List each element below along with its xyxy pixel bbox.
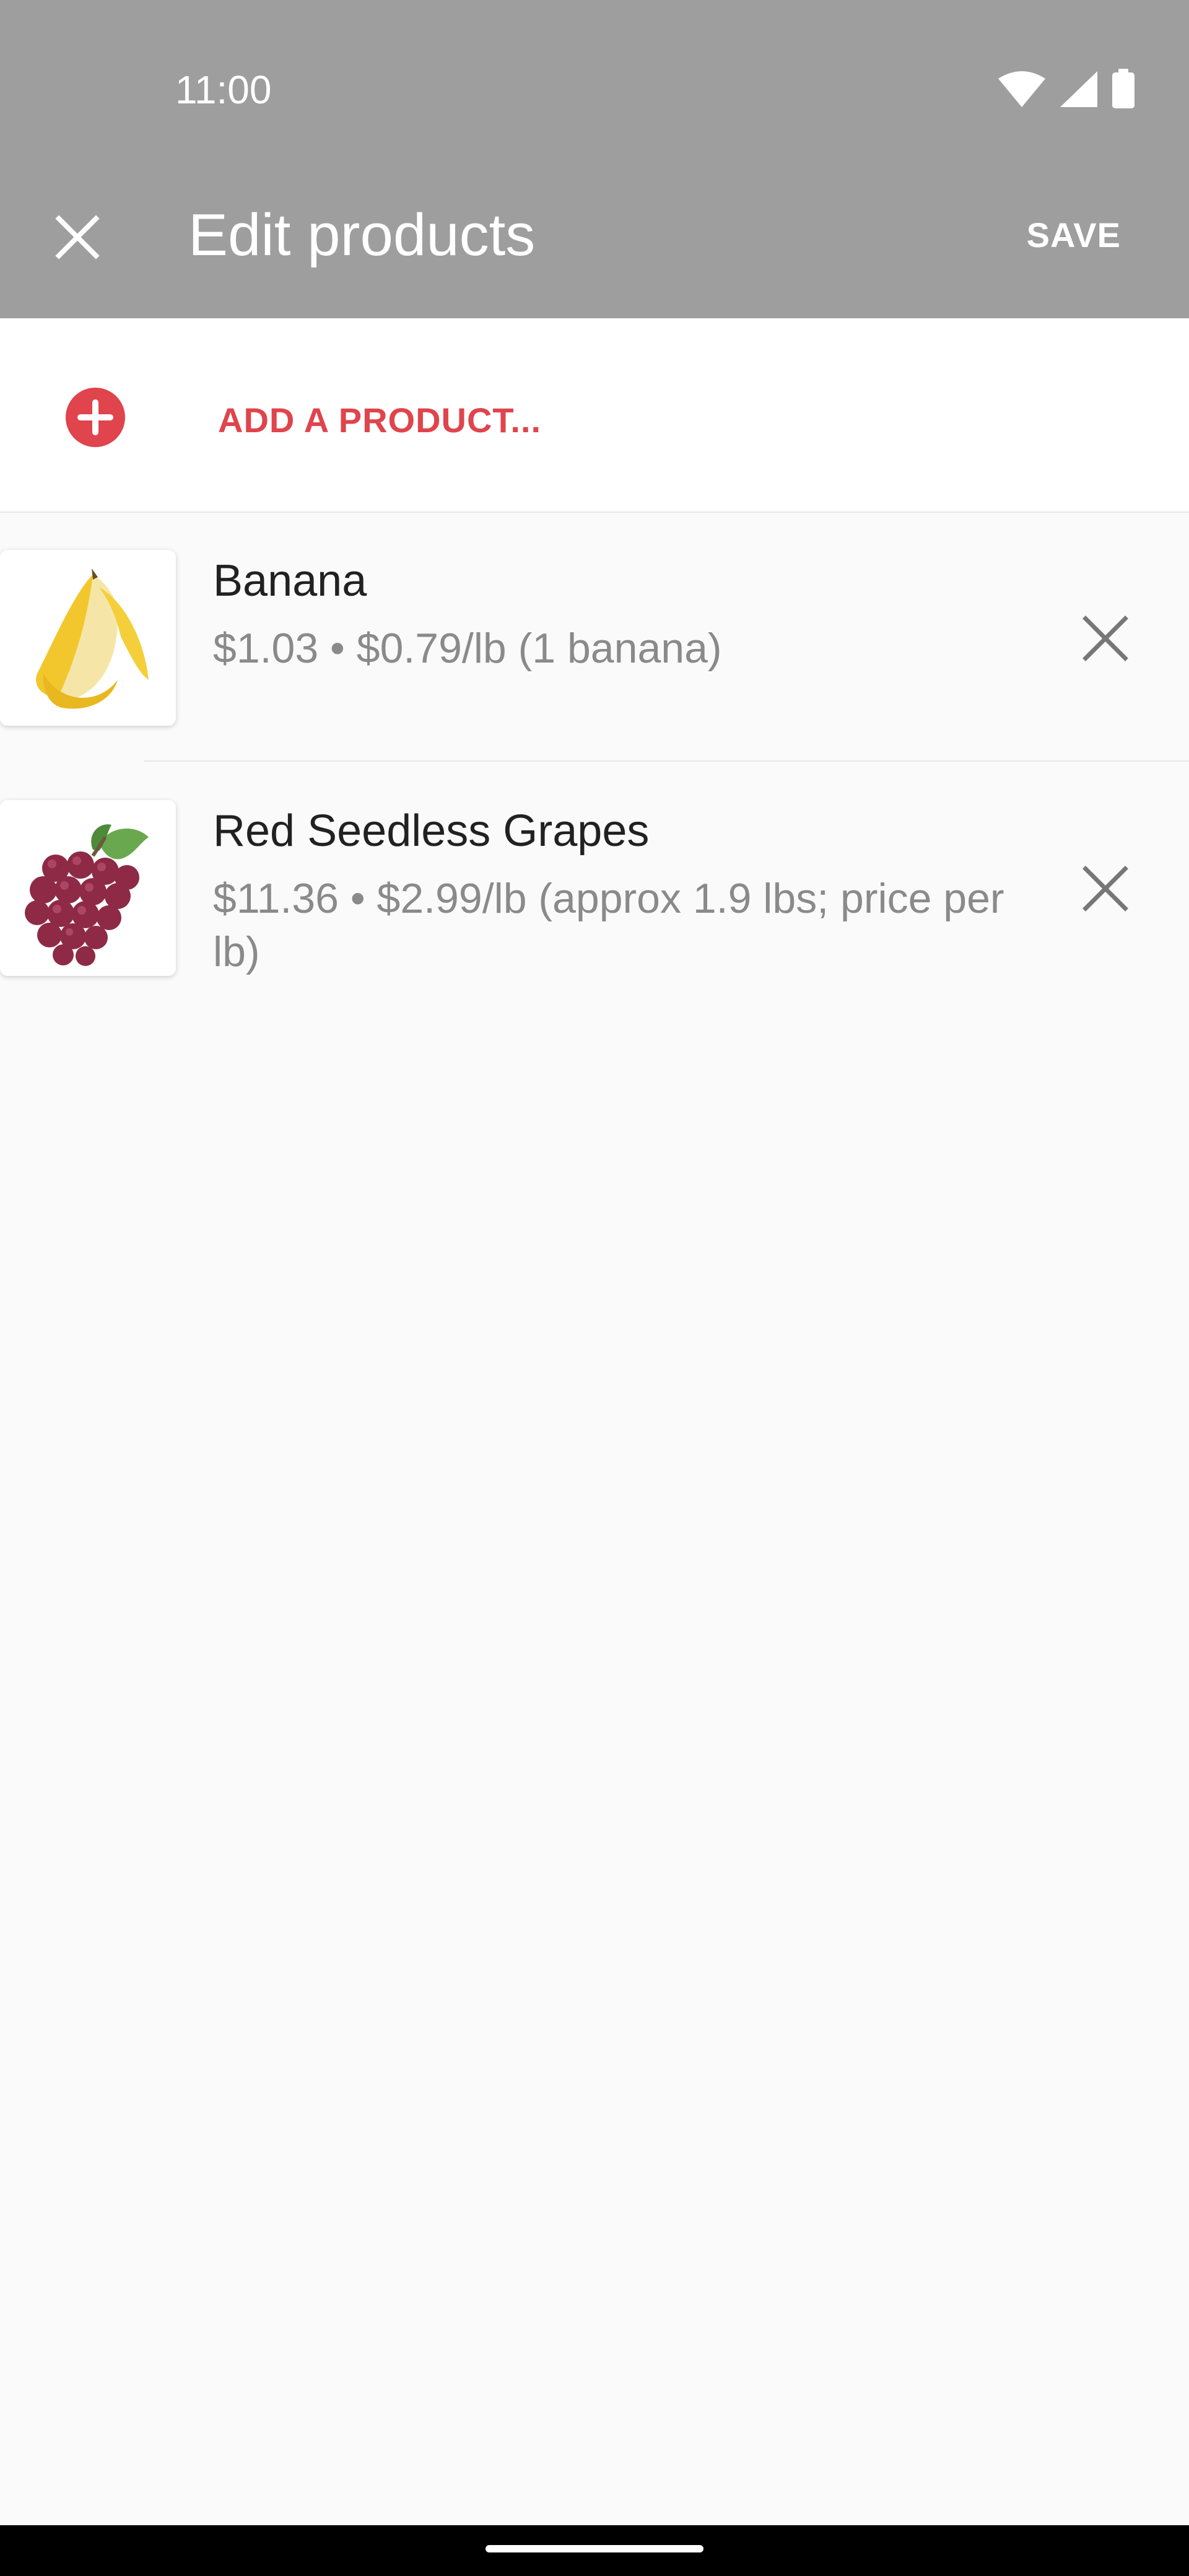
close-icon <box>1082 616 1128 661</box>
save-button[interactable]: SAVE <box>1027 211 1121 260</box>
close-icon <box>1082 866 1128 912</box>
navigation-bar <box>0 2525 1189 2576</box>
status-time: 11:00 <box>175 67 272 112</box>
product-row-banana[interactable]: Banana $1.03 • $0.79/lb (1 banana) <box>0 513 1189 762</box>
add-product-label: ADD A PRODUCT... <box>218 401 542 440</box>
add-product-button[interactable]: ADD A PRODUCT... <box>0 318 1189 513</box>
battery-icon <box>1111 69 1136 110</box>
product-row-grapes[interactable]: Red Seedless Grapes $11.36 • $2.99/lb (a… <box>0 763 1189 1012</box>
wifi-icon <box>997 70 1047 108</box>
close-button[interactable] <box>37 197 118 277</box>
remove-product-button[interactable] <box>1059 592 1152 685</box>
page-title: Edit products <box>188 202 536 268</box>
divider <box>144 760 1189 762</box>
app-bar: 11:00 Edit products SAVE <box>0 0 1189 318</box>
product-description: $11.36 • $2.99/lb (approx 1.9 lbs; price… <box>213 875 1004 975</box>
grapes-image <box>0 800 176 976</box>
close-icon <box>55 215 100 259</box>
banana-image <box>0 550 176 726</box>
product-description: $1.03 • $0.79/lb (1 banana) <box>213 625 722 672</box>
product-name: Banana <box>213 556 367 606</box>
status-icons <box>997 68 1136 110</box>
edit-products-screen: 11:00 Edit products SAVE ADD A PRODUCT..… <box>0 0 1189 2576</box>
remove-product-button[interactable] <box>1059 842 1152 935</box>
product-name: Red Seedless Grapes <box>213 806 650 856</box>
add-circle-icon <box>66 388 125 447</box>
home-gesture-handle[interactable] <box>486 2545 703 2552</box>
cellular-signal-icon <box>1059 70 1099 108</box>
